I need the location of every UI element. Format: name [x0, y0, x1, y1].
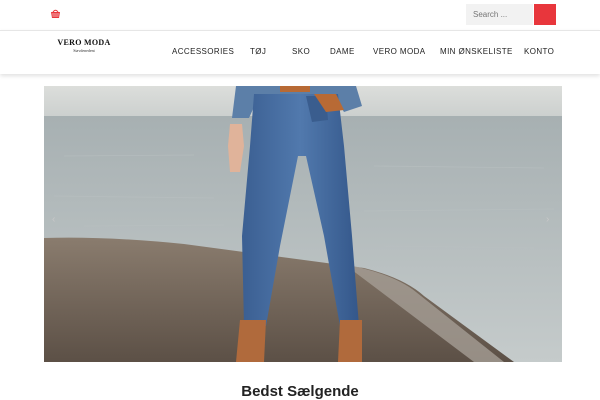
chevron-right-icon[interactable]: ›: [546, 214, 549, 225]
chevron-left-icon[interactable]: ‹: [52, 214, 55, 225]
logo-brand-text: VERO MODA: [57, 38, 111, 47]
nav-item-sko[interactable]: SKO: [292, 47, 310, 56]
search-button[interactable]: [534, 4, 556, 25]
hero-slider[interactable]: [44, 86, 562, 362]
nav-item-vero-moda[interactable]: VERO MODA: [373, 47, 426, 56]
search-input[interactable]: [466, 4, 533, 25]
nav-item-toj[interactable]: TØJ: [250, 47, 266, 56]
nav-item-konto[interactable]: KONTO: [524, 47, 554, 56]
basket-icon[interactable]: [50, 9, 61, 19]
nav-menu: ACCESSORIES TØJ SKO DAME VERO MODA MIN Ø…: [0, 47, 600, 59]
hero-image: [44, 86, 562, 362]
section-title: Bedst Sælgende: [241, 383, 359, 400]
main-navigation: VERO MODA Stavdenedent ACCESSORIES TØJ S…: [0, 30, 600, 74]
nav-item-dame[interactable]: DAME: [330, 47, 355, 56]
nav-item-wishlist[interactable]: MIN ØNSKELISTE: [440, 47, 513, 56]
top-bar: [0, 0, 600, 30]
nav-item-accessories[interactable]: ACCESSORIES: [172, 47, 234, 56]
